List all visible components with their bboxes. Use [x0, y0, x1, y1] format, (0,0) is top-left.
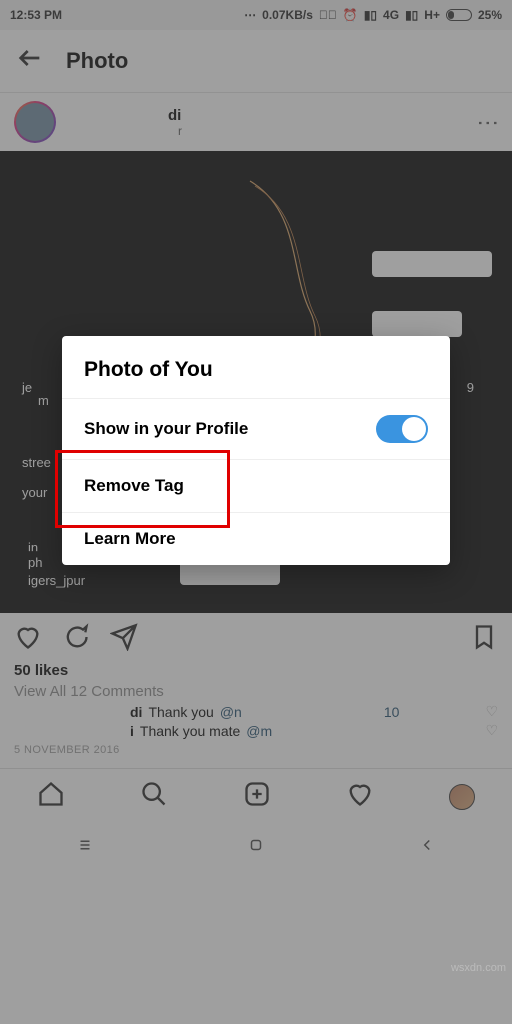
annotation-highlight	[55, 450, 230, 528]
show-in-profile-label: Show in your Profile	[84, 419, 248, 439]
show-in-profile-toggle[interactable]	[376, 415, 428, 443]
dialog-title: Photo of You	[62, 336, 450, 398]
watermark: wsxdn.com	[451, 962, 506, 974]
